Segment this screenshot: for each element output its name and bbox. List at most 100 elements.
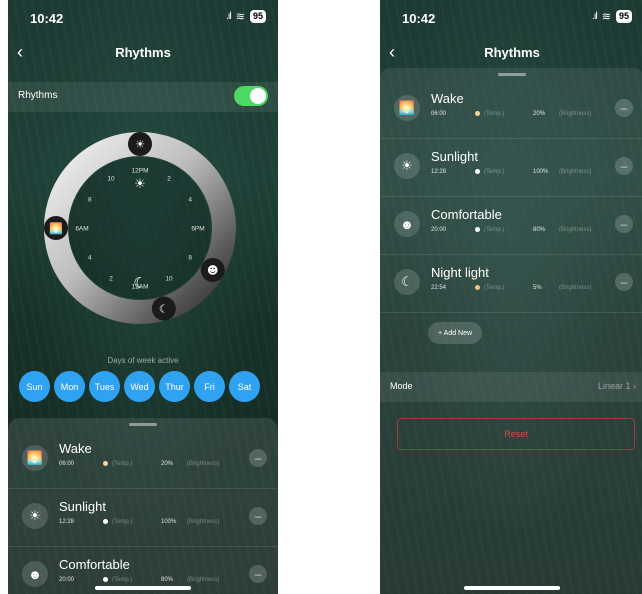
rhythm-entry-name: Night light xyxy=(431,265,489,280)
dial-sun-icon: ☀ xyxy=(134,177,146,192)
rhythm-entry-brightness-label: (Brightness) xyxy=(559,111,592,117)
rhythm-entry-row[interactable]: ☾ Night light 22:54 (Temp.) 5% (Brightness) – xyxy=(380,254,642,313)
day-chip[interactable]: Mon xyxy=(54,371,85,402)
rhythm-entry-row[interactable]: ☀ Sunlight 12:28 (Temp.) 100% (Brightness) – xyxy=(8,488,278,547)
rhythm-dial[interactable]: 12PM246PM81012AM246AM810 ☀ ☾ ☀🌅☻☾ xyxy=(40,128,240,328)
sheet-grabber[interactable] xyxy=(129,423,157,426)
color-temp-dot xyxy=(103,519,108,524)
dial-hour-label: 6AM xyxy=(75,226,88,233)
rhythm-list-sheet[interactable]: 🌅 Wake 06:00 (Temp.) 20% (Brightness) – ☀ Sunlig… xyxy=(8,418,278,594)
dial-hour-label: 10 xyxy=(165,276,173,283)
remove-entry-button[interactable]: – xyxy=(615,157,633,175)
rhythm-entry-temp-label: (Temp.) xyxy=(484,111,505,117)
dial-hour-label: 6PM xyxy=(191,226,204,233)
rhythm-entry-brightness: 5% xyxy=(533,285,542,291)
dial-hour-label: 8 xyxy=(88,197,92,204)
remove-entry-button[interactable]: – xyxy=(249,565,267,583)
sun-icon: ☀ xyxy=(22,503,48,529)
rhythm-entry-row[interactable]: 🌅 Wake 06:00 (Temp.) 20% (Brightness) – xyxy=(380,80,642,139)
status-icons: .ıl ≋ 95 xyxy=(592,10,632,23)
rhythm-entry-temp-label: (Temp.) xyxy=(484,169,505,175)
day-chip[interactable]: Sun xyxy=(19,371,50,402)
dial-hour-label: 10 xyxy=(107,175,115,182)
home-indicator xyxy=(464,586,560,590)
status-bar: 10:42 .ıl ≋ 95 xyxy=(8,0,278,34)
day-chip[interactable]: Fri xyxy=(194,371,225,402)
color-temp-dot xyxy=(103,461,108,466)
dial-hour-label: 2 xyxy=(167,175,171,182)
day-chip[interactable]: Tues xyxy=(89,371,120,402)
dial-marker-sunrise-icon[interactable]: 🌅 xyxy=(44,216,68,240)
mode-row[interactable]: Mode Linear 1 › xyxy=(380,372,642,402)
battery-icon: 95 xyxy=(615,10,632,23)
rhythm-entry-name: Comfortable xyxy=(431,207,502,222)
dial-marker-smiley-icon[interactable]: ☻ xyxy=(200,258,225,282)
color-temp-dot xyxy=(475,285,480,290)
rhythm-entry-brightness: 100% xyxy=(533,169,549,175)
wifi-icon: ≋ xyxy=(235,11,245,23)
wifi-icon: ≋ xyxy=(601,11,611,23)
status-time: 10:42 xyxy=(30,11,64,26)
dial-hour-label: 2 xyxy=(109,276,113,283)
rhythm-entry-brightness: 20% xyxy=(533,111,546,117)
phone-screen-rhythms-dial: 10:42 .ıl ≋ 95 ‹ Rhythms Rhythms 12PM 2 4 6… xyxy=(8,0,278,594)
smiley-icon: ☻ xyxy=(394,211,420,237)
rhythm-entry-time: 22:54 xyxy=(431,285,447,291)
dial-moon-icon: ☾ xyxy=(133,274,146,292)
rhythm-entry-brightness-label: (Brightness) xyxy=(187,461,220,467)
rhythm-entry-brightness-label: (Brightness) xyxy=(559,285,592,291)
day-chip[interactable]: Sat xyxy=(229,371,260,402)
rhythm-entry-row[interactable]: ☀ Sunlight 12:28 (Temp.) 100% (Brightness) – xyxy=(380,138,642,197)
days-active-label: Days of week active xyxy=(107,356,179,365)
rhythm-entry-brightness-label: (Brightness) xyxy=(187,519,220,525)
remove-entry-button[interactable]: – xyxy=(249,449,267,467)
sheet-grabber[interactable] xyxy=(498,73,526,76)
battery-icon: 95 xyxy=(249,10,266,23)
rhythms-toggle-label: Rhythms xyxy=(18,90,58,101)
rhythm-entry-temp-label: (Temp.) xyxy=(112,519,133,525)
days-of-week: Sun Mon Tues Wed Thur Fri Sat xyxy=(19,371,260,402)
rhythm-entry-name: Sunlight xyxy=(431,149,478,164)
rhythms-toggle-switch[interactable] xyxy=(234,86,268,106)
status-bar: 10:42 .ıl ≋ 95 xyxy=(380,0,642,34)
remove-entry-button[interactable]: – xyxy=(249,507,267,525)
color-temp-dot xyxy=(475,227,480,232)
day-chip[interactable]: Thur xyxy=(159,371,190,402)
remove-entry-button[interactable]: – xyxy=(615,215,633,233)
moon-icon: ☾ xyxy=(394,269,420,295)
day-chip[interactable]: Wed xyxy=(124,371,155,402)
rhythm-entry-brightness-label: (Brightness) xyxy=(187,577,220,583)
rhythm-entry-brightness: 80% xyxy=(161,577,174,583)
signal-icon: .ıl xyxy=(591,11,598,22)
remove-entry-button[interactable]: – xyxy=(615,99,633,117)
mode-label: Mode xyxy=(390,381,413,391)
rhythm-list-sheet-expanded[interactable]: 🌅 Wake 06:00 (Temp.) 20% (Brightness) – ☀ Sunlig… xyxy=(380,68,642,594)
rhythm-entry-brightness: 80% xyxy=(533,227,546,233)
phone-screen-rhythms-list: 10:42 .ıl ≋ 95 ‹ Rhythms 🌅 Wake 06:00 (Temp… xyxy=(380,0,642,594)
rhythm-entry-time: 06:00 xyxy=(59,461,75,467)
page-title: Rhythms xyxy=(115,45,171,60)
remove-entry-button[interactable]: – xyxy=(615,273,633,291)
rhythm-entry-temp-label: (Temp.) xyxy=(484,227,505,233)
navigation-bar: ‹ Rhythms xyxy=(8,34,278,70)
reset-button[interactable]: Reset xyxy=(397,418,635,450)
rhythm-entry-time: 12:28 xyxy=(59,519,75,525)
rhythm-entry-row[interactable]: ☻ Comfortable 20:00 (Temp.) 80% (Brightness) – xyxy=(380,196,642,255)
rhythm-entry-brightness: 100% xyxy=(161,519,177,525)
rhythm-entry-time: 06:00 xyxy=(431,111,447,117)
rhythm-entry-temp-label: (Temp.) xyxy=(112,461,133,467)
rhythm-entry-row[interactable]: 🌅 Wake 06:00 (Temp.) 20% (Brightness) – xyxy=(8,430,278,489)
rhythm-entry-brightness-label: (Brightness) xyxy=(559,227,592,233)
rhythm-entry-name: Wake xyxy=(431,91,464,106)
signal-icon: .ıl xyxy=(225,11,232,22)
dial-marker-sun-icon[interactable]: ☀ xyxy=(128,132,152,156)
rhythm-entry-time: 12:28 xyxy=(431,169,447,175)
add-new-button[interactable]: + Add New xyxy=(428,322,483,344)
rhythm-entry-name: Comfortable xyxy=(59,557,130,572)
dial-hour-label: 4 xyxy=(188,197,192,204)
dial-hour-label: 4 xyxy=(88,255,92,262)
navigation-bar: ‹ Rhythms xyxy=(380,34,642,70)
rhythm-entry-temp-label: (Temp.) xyxy=(484,285,505,291)
dial-marker-moon-icon[interactable]: ☾ xyxy=(151,296,176,321)
rhythm-entry-temp-label: (Temp.) xyxy=(112,577,133,583)
